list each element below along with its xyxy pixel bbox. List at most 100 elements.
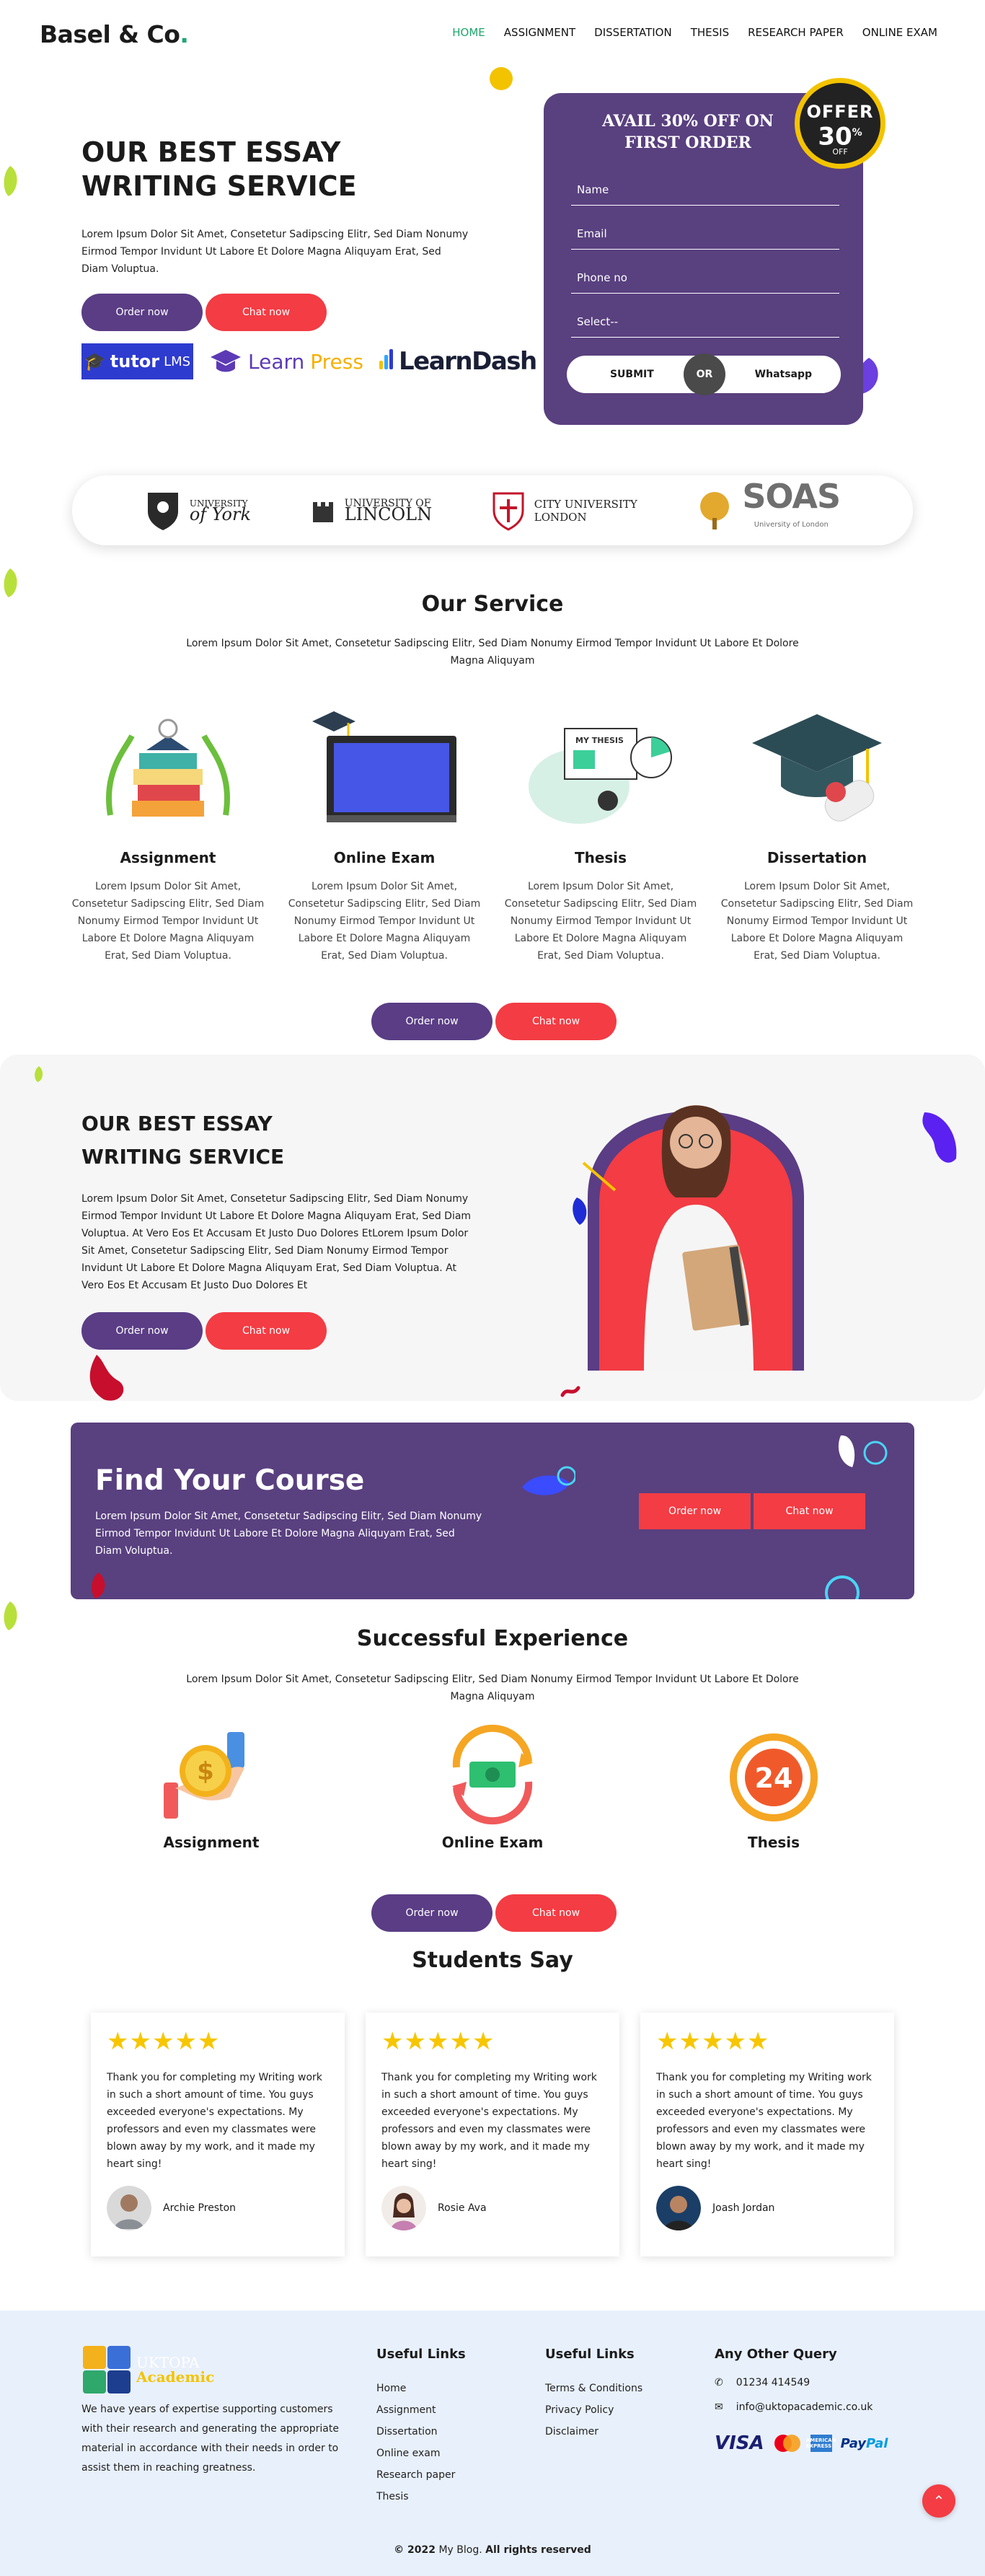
email-field[interactable] xyxy=(571,218,839,250)
footer-link-terms[interactable]: Terms & Conditions xyxy=(545,2378,642,2399)
24-hours-icon: 24 xyxy=(730,1733,818,1821)
service-card[interactable]: Online Exam Lorem Ipsum Dolor Sit Amet, … xyxy=(285,703,484,964)
hero-title: OUR BEST ESSAY WRITING SERVICE xyxy=(81,136,357,202)
site-header: Basel & Co. HOME ASSIGNMENT DISSERTATION… xyxy=(0,0,985,66)
or-divider: OR xyxy=(684,353,725,395)
name-field[interactable] xyxy=(571,174,839,206)
author-name: Joash Jordan xyxy=(712,2202,775,2214)
testimonial-text: Thank you for completing my Writing work… xyxy=(656,2072,872,2170)
testimonials-list: ★★★★★ Thank you for completing my Writin… xyxy=(91,2013,894,2256)
nav-online-exam[interactable]: ONLINE EXAM xyxy=(862,26,937,39)
services-list: Assignment Lorem Ipsum Dolor Sit Amet, C… xyxy=(69,703,916,964)
chat-now-button[interactable]: Chat now xyxy=(495,1894,617,1932)
service-title: Thesis xyxy=(574,849,627,866)
phone-field[interactable] xyxy=(571,262,839,294)
logo-dot: . xyxy=(180,20,189,48)
decor-green-blob xyxy=(35,1066,43,1082)
order-now-button[interactable]: Order now xyxy=(371,1003,492,1040)
footer-link-home[interactable]: Home xyxy=(376,2378,466,2399)
service-title: Assignment xyxy=(120,849,216,866)
experience-title: Successful Experience xyxy=(356,1626,629,1651)
chat-now-button[interactable]: Chat now xyxy=(495,1003,617,1040)
form-title: AVAIL 30% OFF ON FIRST ORDER xyxy=(602,112,774,152)
service-text: Lorem Ipsum Dolor Sit Amet, Consetetur S… xyxy=(71,881,265,962)
order-now-button[interactable]: Order now xyxy=(639,1493,751,1529)
lincoln-logo: UNIVERSITY OF LINCOLN xyxy=(310,498,432,524)
payment-methods: VISA AMERICAN EXPRESS PayPal xyxy=(715,2432,888,2454)
subject-select[interactable]: Select-- xyxy=(571,306,839,338)
footer-contact: Any Other Query ✆ 01234 414549 ✉ info@uk… xyxy=(715,2347,888,2454)
dollar-hand-icon: $ xyxy=(164,1732,244,1819)
footer-link-thesis[interactable]: Thesis xyxy=(376,2486,466,2507)
nav-research-paper[interactable]: RESEARCH PAPER xyxy=(748,26,844,39)
soas-logo: SOAS University of London xyxy=(696,480,841,540)
nav-thesis[interactable]: THESIS xyxy=(691,26,729,39)
submit-bar: SUBMIT OR Whatsapp xyxy=(567,353,841,395)
footer-links-2: Useful Links Terms & Conditions Privacy … xyxy=(545,2347,642,2443)
footer-about: We have years of expertise supporting cu… xyxy=(81,2404,339,2474)
footer-link-research-paper[interactable]: Research paper xyxy=(376,2464,466,2486)
learndash-logo: LearnDash xyxy=(379,347,537,376)
whatsapp-button[interactable]: Whatsapp xyxy=(755,369,812,380)
footer-link-assignment[interactable]: Assignment xyxy=(376,2399,466,2421)
experience-subtitle: Lorem Ipsum Dolor Sit Amet, Consetetur S… xyxy=(186,1674,799,1702)
graduation-cap-icon xyxy=(211,350,241,372)
nav-dissertation[interactable]: DISSERTATION xyxy=(594,26,672,39)
thesis-illustration: MY THESIS xyxy=(501,703,700,833)
course-title: Find Your Course xyxy=(95,1464,365,1497)
email-contact[interactable]: ✉ info@uktopacademic.co.uk xyxy=(715,2395,888,2419)
back-to-top-button[interactable]: ⌃ xyxy=(922,2484,955,2518)
service-card[interactable]: Assignment Lorem Ipsum Dolor Sit Amet, C… xyxy=(69,703,268,964)
decor-purple-blob xyxy=(922,1112,957,1163)
testimonial-card: ★★★★★ Thank you for completing my Writin… xyxy=(366,2013,619,2256)
testimonial-author: Joash Jordan xyxy=(656,2186,774,2230)
main-nav: HOME ASSIGNMENT DISSERTATION THESIS RESE… xyxy=(452,26,937,39)
service-text: Lorem Ipsum Dolor Sit Amet, Consetetur S… xyxy=(288,881,481,962)
footer-link-disclaimer[interactable]: Disclaimer xyxy=(545,2421,642,2443)
footer-link-online-exam[interactable]: Online exam xyxy=(376,2443,466,2464)
decor-red-squiggle xyxy=(560,1386,580,1397)
hero-cta-group: Order now Chat now xyxy=(81,294,327,331)
nav-assignment[interactable]: ASSIGNMENT xyxy=(504,26,575,39)
submit-button[interactable]: SUBMIT xyxy=(610,369,654,380)
service-card[interactable]: MY THESIS Thesis Lorem Ipsum Dolor Sit A… xyxy=(501,703,700,964)
graduation-illustration xyxy=(717,703,916,833)
learnpress-logo: Learn Press xyxy=(209,347,363,376)
york-logo: UNIVERSITY of York xyxy=(145,490,251,532)
decor-white-blob xyxy=(838,1435,888,1467)
hero-text: Lorem Ipsum Dolor Sit Amet, Consetetur S… xyxy=(81,229,469,275)
testimonial-text: Thank you for completing my Writing work… xyxy=(381,2072,597,2170)
bars-icon xyxy=(379,347,394,376)
nav-home[interactable]: HOME xyxy=(452,26,485,39)
service-card[interactable]: Dissertation Lorem Ipsum Dolor Sit Amet,… xyxy=(717,703,916,964)
testimonials-title: Students Say xyxy=(412,1948,573,1973)
footer-logo[interactable]: UKTOPA Academic xyxy=(81,2344,214,2395)
phone-contact[interactable]: ✆ 01234 414549 xyxy=(715,2370,888,2395)
tutor-icon: 🎓 xyxy=(84,351,106,372)
testimonial-author: Rosie Ava xyxy=(381,2186,487,2230)
star-rating-icon: ★★★★★ xyxy=(656,2027,770,2056)
paypal-icon: PayPal xyxy=(840,2435,888,2451)
service-text: Lorem Ipsum Dolor Sit Amet, Consetetur S… xyxy=(504,881,697,962)
footer-link-dissertation[interactable]: Dissertation xyxy=(376,2421,466,2443)
chat-now-button[interactable]: Chat now xyxy=(754,1493,865,1529)
order-now-button[interactable]: Order now xyxy=(371,1894,492,1932)
decor-red-blob xyxy=(92,1573,105,1599)
order-now-button[interactable]: Order now xyxy=(81,294,203,331)
logo-text: Basel & Co xyxy=(40,20,180,48)
chat-now-button[interactable]: Chat now xyxy=(206,294,327,331)
experience-card: $ Assignment xyxy=(107,1724,316,1851)
service-title: Dissertation xyxy=(767,849,867,866)
decor-ring xyxy=(825,1575,860,1599)
chat-now-button[interactable]: Chat now xyxy=(206,1312,327,1350)
footer-links-1: Useful Links Home Assignment Dissertatio… xyxy=(376,2347,466,2507)
order-now-button[interactable]: Order now xyxy=(81,1312,203,1350)
amex-icon: AMERICAN EXPRESS xyxy=(806,2435,836,2452)
site-logo[interactable]: Basel & Co. xyxy=(40,20,189,48)
footer-link-privacy[interactable]: Privacy Policy xyxy=(545,2399,642,2421)
experience-title-item: Thesis xyxy=(747,1834,800,1851)
essay-title: OUR BEST ESSAY WRITING SERVICE xyxy=(81,1112,285,1169)
24-glyph: 24 xyxy=(755,1762,793,1794)
experience-card: Online Exam xyxy=(388,1724,597,1851)
course-text: Lorem Ipsum Dolor Sit Amet, Consetetur S… xyxy=(95,1511,482,1557)
